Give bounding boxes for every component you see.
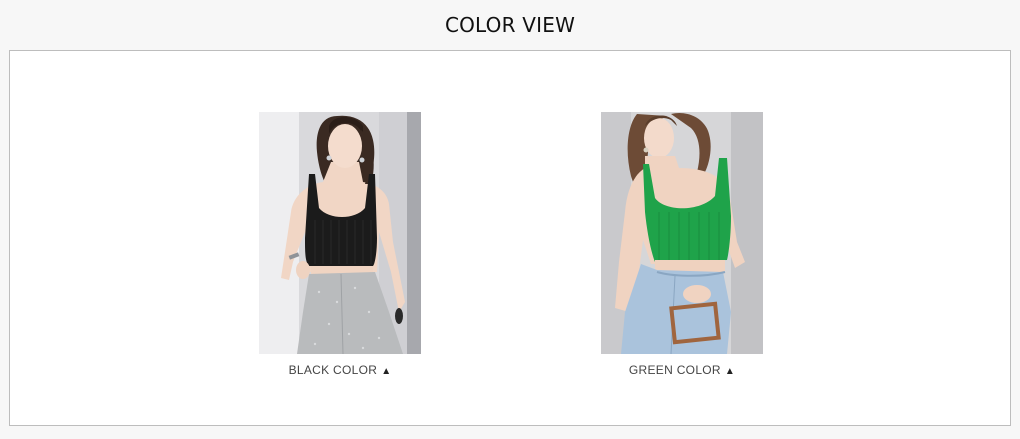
black-top-photo xyxy=(259,112,421,354)
product-black: BLACK COLOR ▲ xyxy=(259,112,421,377)
black-color-label: BLACK COLOR xyxy=(288,363,378,377)
section-title: COLOR VIEW xyxy=(444,13,576,37)
product-green: GREEN COLOR ▲ xyxy=(601,112,763,377)
green-top-photo xyxy=(601,112,763,354)
triangle-up-icon[interactable]: ▲ xyxy=(381,366,391,377)
triangle-up-icon[interactable]: ▲ xyxy=(725,366,735,377)
color-view-frame: BLACK COLOR ▲ GREEN COLOR ▲ xyxy=(9,50,1011,426)
green-color-caption: GREEN COLOR ▲ xyxy=(601,363,763,377)
color-view-page: COLOR VIEW BLACK COLOR ▲ GREEN COLOR ▲ xyxy=(0,0,1020,439)
black-color-caption: BLACK COLOR ▲ xyxy=(259,363,421,377)
green-color-label: GREEN COLOR xyxy=(628,363,721,377)
